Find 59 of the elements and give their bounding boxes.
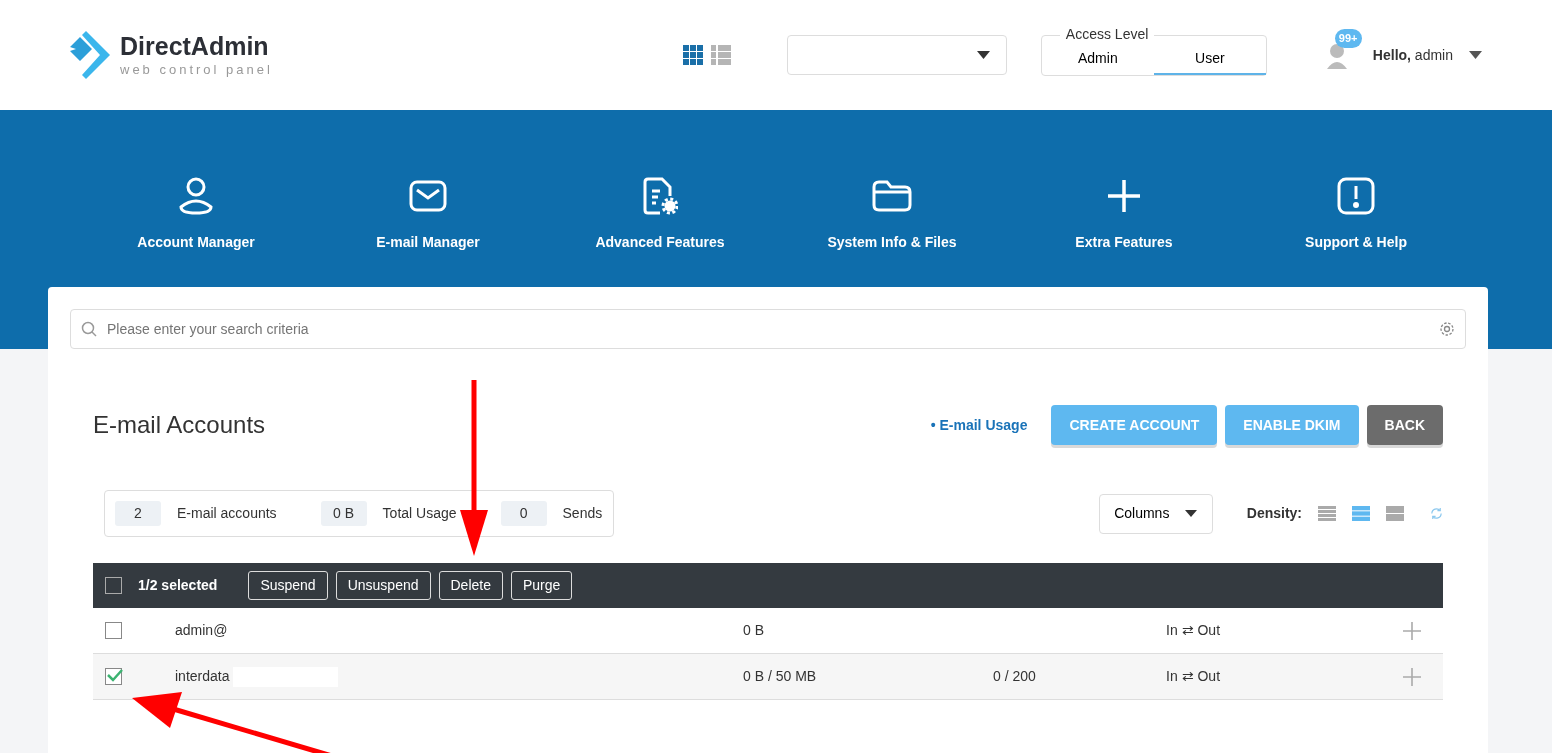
email-address[interactable]: interdata xyxy=(175,666,230,687)
avatar-icon[interactable] xyxy=(1324,41,1349,69)
settings-icon[interactable] xyxy=(1439,321,1455,337)
usage-value: 0 B xyxy=(743,622,764,638)
stat-label: Sends xyxy=(562,504,603,523)
list-view-icon[interactable] xyxy=(710,45,731,65)
density-option-icon[interactable] xyxy=(1352,505,1370,522)
page-title: E-mail Accounts xyxy=(93,410,266,440)
grid-view-icon[interactable] xyxy=(682,45,703,65)
selected-count: 1/2 selected xyxy=(138,576,218,595)
bulk-action-button[interactable]: Purge xyxy=(510,571,573,600)
nav-item[interactable]: Support & Help xyxy=(1240,175,1472,254)
usage-link[interactable]: • E-mail Usage xyxy=(930,414,1028,436)
usage-value: 0 B / 50 MB xyxy=(743,668,817,684)
bulk-action-button[interactable]: Unsuspend xyxy=(335,571,431,600)
nav-item[interactable]: Account Manager xyxy=(80,175,312,254)
user-greeting[interactable]: Hello, admin xyxy=(1372,44,1453,66)
email-address[interactable]: admin@ xyxy=(175,620,228,641)
nav-item[interactable]: Extra Features xyxy=(1008,175,1240,254)
person-icon xyxy=(178,176,214,216)
caret-icon xyxy=(976,51,990,59)
plus-icon[interactable] xyxy=(1403,621,1421,640)
search-icon xyxy=(81,321,97,337)
document-gear-icon xyxy=(642,176,678,216)
action-button[interactable]: BACK xyxy=(1366,405,1443,445)
plus-icon[interactable] xyxy=(1403,667,1421,686)
row-checkbox[interactable] xyxy=(105,622,122,639)
sends-value: 0 / 200 xyxy=(993,668,1036,684)
caret-icon xyxy=(1185,510,1198,517)
stat-label: E-mail accounts xyxy=(177,504,277,523)
access-tab[interactable]: User xyxy=(1153,47,1266,75)
notification-badge: 99+ xyxy=(1334,29,1362,48)
columns-dropdown[interactable]: Columns xyxy=(1098,493,1213,534)
stat-label: Total Usage xyxy=(382,504,457,523)
bulk-action-button[interactable]: Delete xyxy=(438,571,503,600)
logo-icon[interactable] xyxy=(70,31,112,79)
nav-item[interactable]: Advanced Features xyxy=(544,175,776,254)
domain-select[interactable] xyxy=(786,35,1007,75)
brand-name: DirectAdmin xyxy=(120,34,270,59)
stat-value: 2 xyxy=(115,501,161,526)
mail-flow-label: In ⇄ Out xyxy=(1166,621,1221,640)
density-option-icon[interactable] xyxy=(1318,505,1336,522)
search-field[interactable]: Please enter your search criteria xyxy=(70,309,1466,349)
density-label: Density: xyxy=(1246,504,1302,523)
stat-value: 0 xyxy=(500,501,547,526)
select-all-checkbox[interactable] xyxy=(105,577,122,594)
nav-item[interactable]: System Info & Files xyxy=(776,175,1008,254)
exclamation-icon xyxy=(1337,176,1375,216)
checkmark-icon xyxy=(106,668,123,682)
density-option-icon[interactable] xyxy=(1386,505,1404,522)
refresh-icon[interactable] xyxy=(1430,507,1443,520)
mail-flow-label: In ⇄ Out xyxy=(1166,667,1221,686)
stat-value: 0 B xyxy=(320,501,367,526)
bulk-action-button[interactable]: Suspend xyxy=(248,571,328,600)
row-checkbox[interactable] xyxy=(105,668,122,685)
brand-tagline: web control panel xyxy=(120,63,273,76)
caret-icon[interactable] xyxy=(1469,51,1482,59)
access-tab[interactable]: Admin xyxy=(1041,47,1154,75)
nav-item[interactable]: E-mail Manager xyxy=(312,175,544,254)
